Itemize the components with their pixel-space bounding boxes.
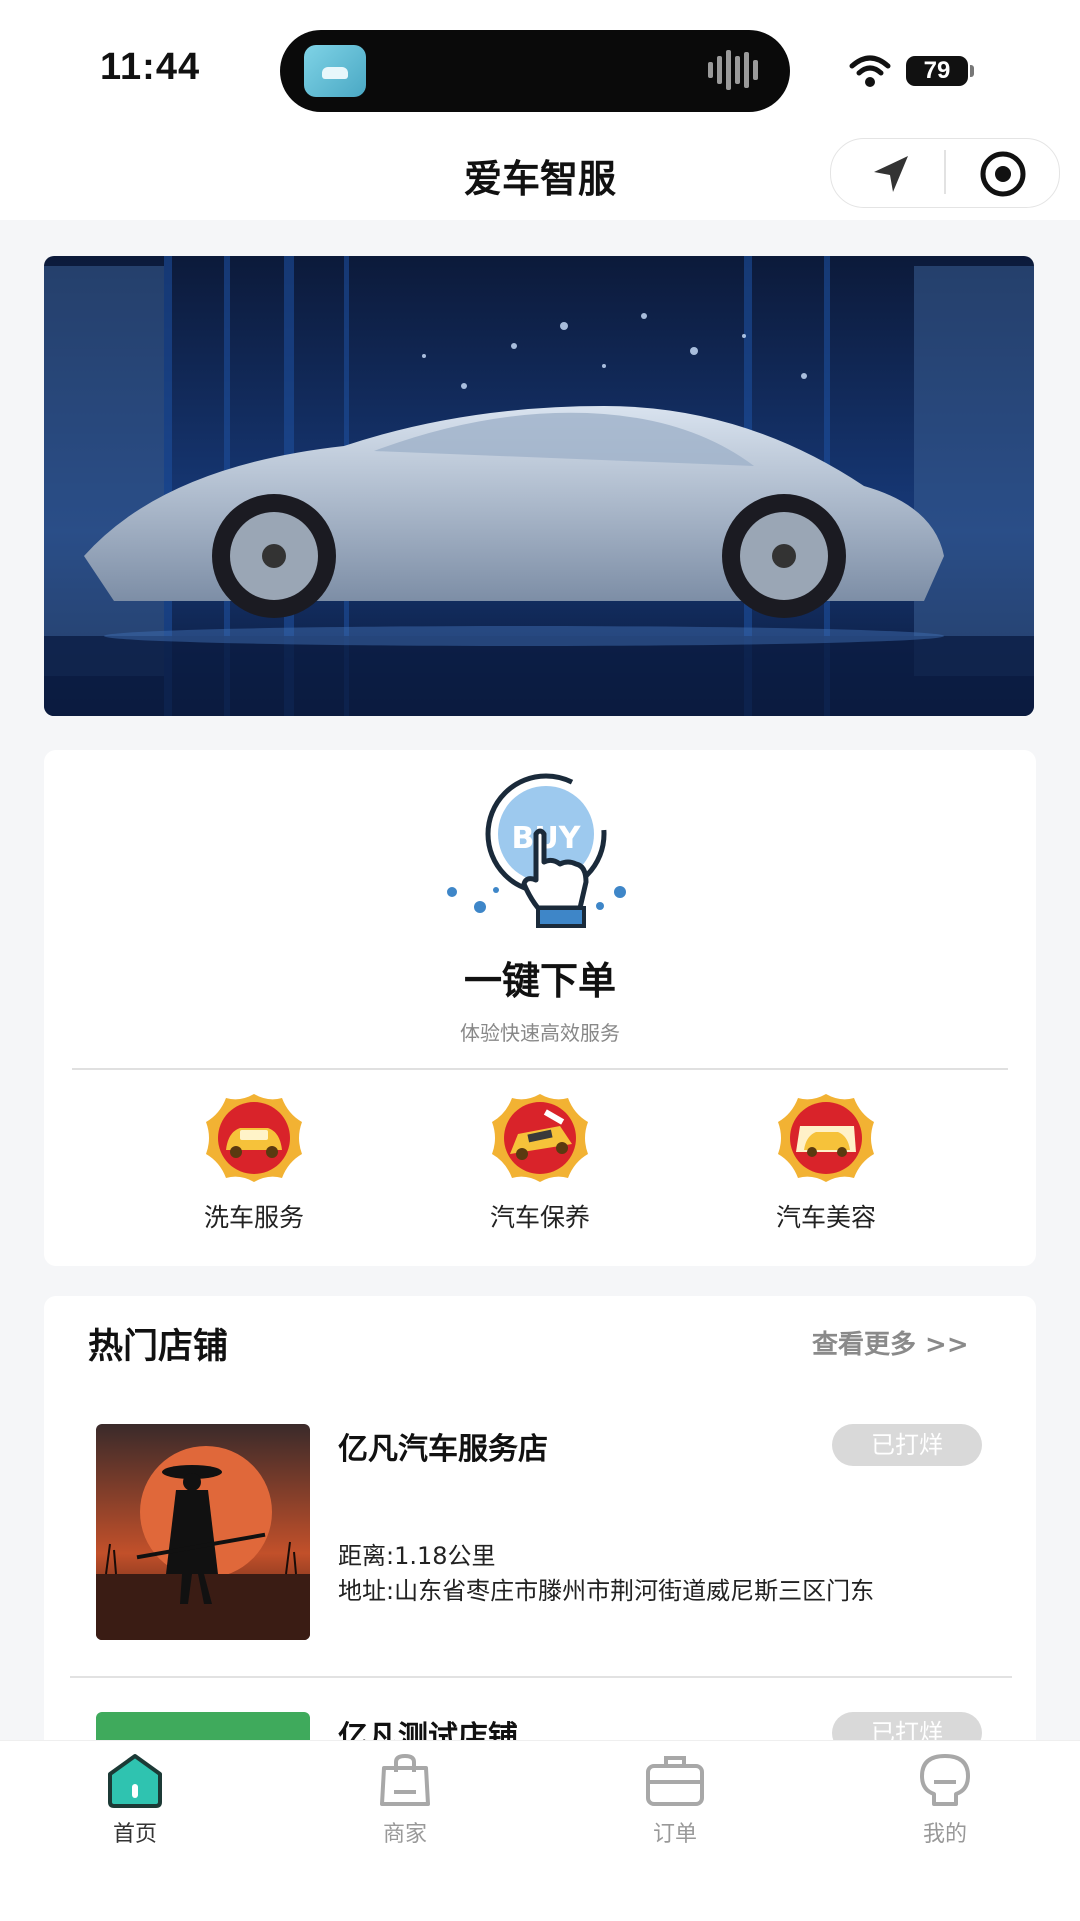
service-label: 汽车保养 [489,1203,590,1232]
car-beauty-icon [778,1094,874,1182]
battery-tip [970,65,974,77]
hot-shops-title: 热门店铺 [88,1327,229,1367]
buy-label: BUY [512,821,582,856]
samurai-image [96,1424,310,1640]
audio-wave-icon [708,50,758,90]
buy-hand-icon: BUY [447,773,626,928]
buy-button[interactable]: BUY [440,772,640,932]
tab-label: 商家 [382,1822,427,1847]
home-icon [108,1754,162,1808]
shopping-bag-icon [380,1753,430,1806]
shop-divider [70,1676,1012,1678]
tab-label: 首页 [112,1822,157,1847]
tab-profile[interactable]: 我的 [875,1752,1015,1848]
quick-order-title: 一键下单 [463,959,616,1003]
promo-banner[interactable] [44,256,1034,716]
shop-status-badge: 已打烊 [832,1424,982,1466]
shop-thumbnail[interactable] [96,1424,310,1640]
tab-label: 订单 [652,1822,697,1847]
see-more-link[interactable]: 查看更多 >> [812,1324,969,1361]
location-button[interactable] [862,146,918,202]
target-icon [980,151,1026,197]
tab-orders[interactable]: 订单 [605,1752,745,1848]
tab-home[interactable]: 首页 [65,1752,205,1848]
capsule-divider [944,150,946,194]
car-wash-icon [206,1094,302,1182]
car-maintenance-icon [492,1094,588,1182]
status-time: 11:44 [100,46,201,88]
tab-merchants[interactable]: 商家 [335,1752,475,1848]
car-wash-banner-image [44,256,1034,716]
order-divider [72,1068,1008,1070]
shop-address: 地址:山东省枣庄市滕州市荆河街道威尼斯三区门东 [338,1577,875,1605]
battery-indicator: 79 [906,56,968,86]
service-label: 洗车服务 [203,1203,304,1232]
island-app-icon [304,45,366,97]
shop-name[interactable]: 亿凡汽车服务店 [338,1424,548,1468]
location-arrow-icon [874,156,908,192]
wifi-icon [849,55,891,87]
tab-label: 我的 [922,1822,967,1847]
service-label: 汽车美容 [775,1203,876,1232]
close-miniprogram-button[interactable] [975,146,1031,202]
shop-distance: 距离:1.18公里 [338,1542,496,1570]
quick-order-subtitle: 体验快速高效服务 [460,1021,620,1045]
profile-icon [920,1754,970,1806]
briefcase-icon [646,1756,704,1806]
